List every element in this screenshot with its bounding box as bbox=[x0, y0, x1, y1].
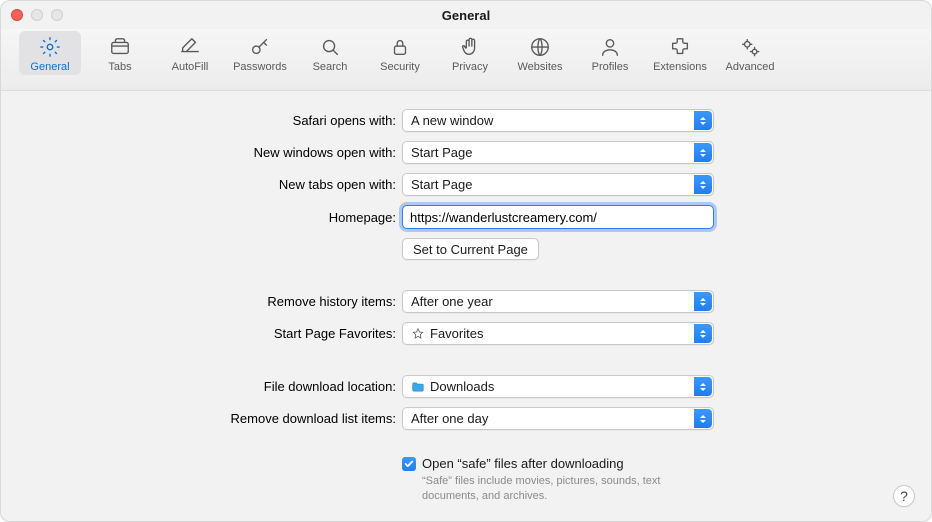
label-download-location: File download location: bbox=[1, 379, 396, 394]
tab-label: AutoFill bbox=[172, 61, 209, 73]
titlebar: General bbox=[1, 1, 931, 29]
key-icon bbox=[246, 35, 274, 59]
tab-profiles[interactable]: Profiles bbox=[579, 31, 641, 75]
chevron-up-down-icon bbox=[694, 377, 712, 396]
select-remove-downloads[interactable]: After one day bbox=[402, 407, 714, 430]
select-value: After one year bbox=[411, 294, 493, 309]
chevron-up-down-icon bbox=[694, 292, 712, 311]
tab-general[interactable]: General bbox=[19, 31, 81, 75]
puzzle-icon bbox=[666, 35, 694, 59]
select-new-tabs[interactable]: Start Page bbox=[402, 173, 714, 196]
label-homepage: Homepage: bbox=[1, 210, 396, 225]
open-safe-help: “Safe” files include movies, pictures, s… bbox=[422, 474, 662, 504]
tab-label: Search bbox=[313, 61, 348, 73]
select-value: Start Page bbox=[411, 177, 472, 192]
tab-label: Profiles bbox=[592, 61, 629, 73]
toolbar: General Tabs AutoFill Passwords bbox=[1, 29, 931, 91]
tab-websites[interactable]: Websites bbox=[509, 31, 571, 75]
select-value: Favorites bbox=[430, 326, 483, 341]
select-opens-with[interactable]: A new window bbox=[402, 109, 714, 132]
tab-label: Extensions bbox=[653, 61, 707, 73]
homepage-field[interactable] bbox=[402, 205, 714, 229]
lock-icon bbox=[386, 35, 414, 59]
chevron-up-down-icon bbox=[694, 143, 712, 162]
tabs-icon bbox=[106, 35, 134, 59]
tab-autofill[interactable]: AutoFill bbox=[159, 31, 221, 75]
select-value: A new window bbox=[411, 113, 493, 128]
select-new-windows[interactable]: Start Page bbox=[402, 141, 714, 164]
tab-label: Passwords bbox=[233, 61, 287, 73]
gear-icon bbox=[36, 35, 64, 59]
select-remove-history[interactable]: After one year bbox=[402, 290, 714, 313]
set-current-page-button[interactable]: Set to Current Page bbox=[402, 238, 539, 260]
chevron-up-down-icon bbox=[694, 111, 712, 130]
chevron-up-down-icon bbox=[694, 324, 712, 343]
help-button[interactable]: ? bbox=[893, 485, 915, 507]
label-remove-history: Remove history items: bbox=[1, 294, 396, 309]
select-value: After one day bbox=[411, 411, 488, 426]
label-start-favorites: Start Page Favorites: bbox=[1, 326, 396, 341]
minimize-window-button[interactable] bbox=[31, 9, 43, 21]
content-area: Safari opens with: A new window New wind… bbox=[1, 91, 931, 521]
chevron-up-down-icon bbox=[694, 175, 712, 194]
close-window-button[interactable] bbox=[11, 9, 23, 21]
star-icon bbox=[411, 327, 425, 341]
tab-label: Tabs bbox=[108, 61, 131, 73]
tab-advanced[interactable]: Advanced bbox=[719, 31, 781, 75]
label-new-windows: New windows open with: bbox=[1, 145, 396, 160]
search-icon bbox=[316, 35, 344, 59]
tab-passwords[interactable]: Passwords bbox=[229, 31, 291, 75]
select-value: Start Page bbox=[411, 145, 472, 160]
tab-extensions[interactable]: Extensions bbox=[649, 31, 711, 75]
window-title: General bbox=[442, 8, 490, 23]
person-icon bbox=[596, 35, 624, 59]
tab-label: General bbox=[30, 61, 69, 73]
tab-security[interactable]: Security bbox=[369, 31, 431, 75]
gears-icon bbox=[736, 35, 764, 59]
tab-tabs[interactable]: Tabs bbox=[89, 31, 151, 75]
folder-icon bbox=[411, 380, 425, 394]
hand-icon bbox=[456, 35, 484, 59]
tab-label: Websites bbox=[517, 61, 562, 73]
select-value: Downloads bbox=[430, 379, 494, 394]
open-safe-checkbox[interactable] bbox=[402, 457, 416, 471]
tab-label: Security bbox=[380, 61, 420, 73]
tab-label: Advanced bbox=[726, 61, 775, 73]
label-opens-with: Safari opens with: bbox=[1, 113, 396, 128]
zoom-window-button[interactable] bbox=[51, 9, 63, 21]
label-remove-downloads: Remove download list items: bbox=[1, 411, 396, 426]
chevron-up-down-icon bbox=[694, 409, 712, 428]
open-safe-label: Open “safe” files after downloading bbox=[422, 456, 662, 471]
tab-search[interactable]: Search bbox=[299, 31, 361, 75]
select-start-favorites[interactable]: Favorites bbox=[402, 322, 714, 345]
globe-icon bbox=[526, 35, 554, 59]
preferences-window: General General Tabs AutoFill bbox=[0, 0, 932, 522]
traffic-lights bbox=[11, 9, 63, 21]
label-new-tabs: New tabs open with: bbox=[1, 177, 396, 192]
select-download-location[interactable]: Downloads bbox=[402, 375, 714, 398]
tab-privacy[interactable]: Privacy bbox=[439, 31, 501, 75]
tab-label: Privacy bbox=[452, 61, 488, 73]
pencil-icon bbox=[176, 35, 204, 59]
